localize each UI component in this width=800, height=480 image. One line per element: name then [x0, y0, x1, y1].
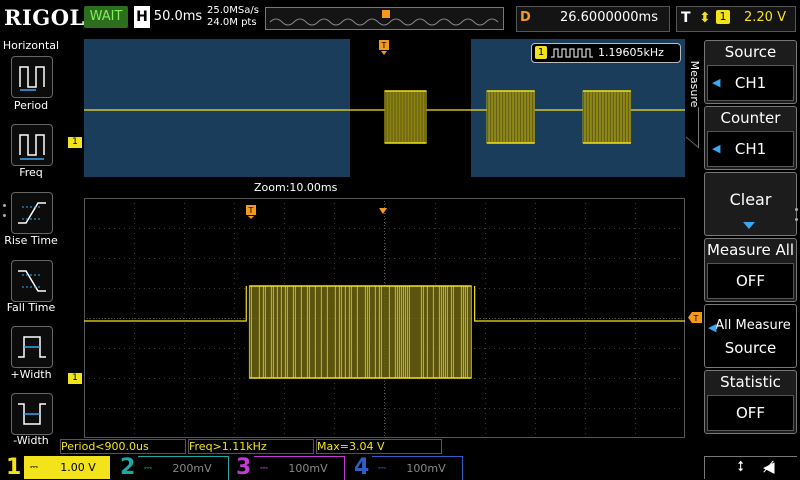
channel-2-number[interactable]: 2 [120, 455, 136, 480]
negative-width-icon [18, 403, 46, 425]
freq-button[interactable] [11, 124, 53, 166]
speaker-muted-icon[interactable]: ◀̸ [763, 458, 775, 476]
memory-depth: 24.0M pts [207, 17, 257, 28]
scroll-dot [3, 204, 6, 207]
frequency-counter-channel: 1 [535, 46, 547, 59]
positive-width-label: +Width [10, 368, 52, 381]
square-wave-icon [551, 48, 593, 58]
svg-text:T: T [381, 41, 387, 50]
clear-button[interactable]: Clear [704, 172, 797, 236]
fall-time-button[interactable] [11, 260, 53, 302]
source-button[interactable]: Source ◀ CH1 [704, 40, 797, 104]
scroll-dot [3, 214, 6, 217]
period-label: Period [13, 99, 49, 112]
frequency-counter-badge: 1 1.19605kHz [531, 43, 681, 63]
memory-track-graphic [269, 10, 499, 26]
trigger-edge-icon: ⬍ [699, 10, 711, 26]
period-button[interactable] [11, 56, 53, 98]
rise-time-label: Rise Time [4, 234, 58, 247]
counter-button[interactable]: Counter ◀ CH1 [704, 106, 797, 170]
counter-label: Counter [720, 109, 781, 127]
channel-1-scale-box[interactable]: ⎓ 1.00 V [24, 456, 110, 479]
channel-4-scale-box[interactable]: ⎓ 100mV [372, 456, 463, 480]
period-measurement[interactable]: Period<900.0us [60, 439, 186, 454]
source-label: Source [724, 43, 777, 61]
max-measurement[interactable]: Max=3.04 V [316, 439, 442, 454]
timebase-value[interactable]: 50.0ms [152, 6, 204, 28]
delay-value: 26.6000000ms [559, 10, 658, 25]
statistic-value: OFF [707, 395, 794, 431]
dc-coupling-icon: ⎓ [260, 463, 268, 474]
channel-1-scale: 1.00 V [60, 461, 96, 474]
negative-width-button[interactable] [11, 393, 53, 435]
all-measure-label: All Measure [715, 318, 791, 333]
fall-time-icon [18, 270, 46, 292]
trigger-label: T [681, 10, 691, 26]
rise-time-icon [18, 202, 46, 224]
channel-4-scale: 100mV [406, 462, 446, 475]
overview-ch1-marker: 1 [68, 137, 82, 148]
brand-logo: RIGOL [4, 5, 85, 30]
clear-label: Clear [729, 190, 772, 209]
zoom-label: Zoom:10.00ms [254, 181, 338, 194]
arrow-left-icon: ◀ [712, 142, 721, 155]
sample-info: 25.0MSa/s 24.0M pts [207, 5, 263, 29]
fall-time-label: Fall Time [6, 301, 56, 314]
channel-4-number[interactable]: 4 [354, 455, 370, 480]
main-trace [84, 285, 685, 379]
arrow-down-icon [743, 215, 755, 229]
horizontal-label: H [134, 6, 150, 28]
left-menu-title: Horizontal [2, 39, 60, 52]
positive-width-icon [18, 336, 46, 358]
all-measure-source-label: Source [724, 339, 777, 357]
trigger-position-icon: T [246, 204, 256, 219]
sample-rate: 25.0MSa/s [207, 5, 259, 16]
statistic-label: Statistic [720, 373, 781, 391]
channel-3-scale: 100mV [288, 462, 328, 475]
svg-text:T: T [248, 206, 254, 215]
statistic-button[interactable]: Statistic OFF [704, 370, 797, 434]
main-burst-fill [249, 286, 472, 378]
dc-coupling-icon: ⎓ [378, 463, 386, 474]
positive-width-button[interactable] [11, 326, 53, 368]
channel-1-number[interactable]: 1 [6, 455, 22, 480]
channel-3-scale-box[interactable]: ⎓ 100mV [254, 456, 345, 480]
counter-value: ◀ CH1 [707, 131, 794, 167]
measure-all-button[interactable]: Measure All OFF [704, 238, 797, 302]
delay-label: D [520, 10, 531, 25]
frequency-icon [19, 134, 45, 160]
channel-3-number[interactable]: 3 [236, 455, 252, 480]
negative-width-label: -Width [13, 434, 49, 447]
system-icons-area: ⭥ ◀̸ [704, 456, 797, 479]
trigger-level: 2.20 V [744, 10, 786, 25]
dc-coupling-icon: ⎓ [30, 462, 38, 473]
freq-measurement[interactable]: Freq>1.11kHz [188, 439, 314, 454]
measure-all-label: Measure All [706, 241, 795, 259]
memory-position-track[interactable] [265, 7, 504, 30]
arrow-left-icon: ◀ [712, 76, 721, 89]
trigger-position-icon [382, 10, 390, 18]
measure-all-value: OFF [707, 263, 794, 299]
run-status-badge[interactable]: WAIT [84, 6, 128, 28]
source-value: ◀ CH1 [707, 65, 794, 101]
usb-icon: ⭥ [737, 459, 745, 475]
period-icon [19, 66, 45, 91]
frequency-counter-value: 1.19605kHz [598, 46, 664, 59]
scroll-dot [795, 218, 798, 221]
freq-label: Freq [19, 166, 43, 179]
trigger-channel-badge: 1 [716, 10, 730, 24]
main-ch1-marker: 1 [68, 373, 82, 384]
trigger-position-icon: T [379, 40, 389, 56]
channel-2-scale-box[interactable]: ⎓ 200mV [138, 456, 229, 480]
zoom-center-marker-icon [379, 199, 387, 214]
arrow-left-icon: ◀ [708, 321, 717, 334]
rise-time-button[interactable] [11, 192, 53, 234]
dc-coupling-icon: ⎓ [144, 463, 152, 474]
channel-2-scale: 200mV [172, 462, 212, 475]
trigger-level-marker-icon: T [688, 308, 702, 323]
svg-text:T: T [693, 314, 699, 323]
scroll-dot [795, 208, 798, 211]
all-measure-source-button[interactable]: All Measure Source ◀ [704, 304, 797, 368]
